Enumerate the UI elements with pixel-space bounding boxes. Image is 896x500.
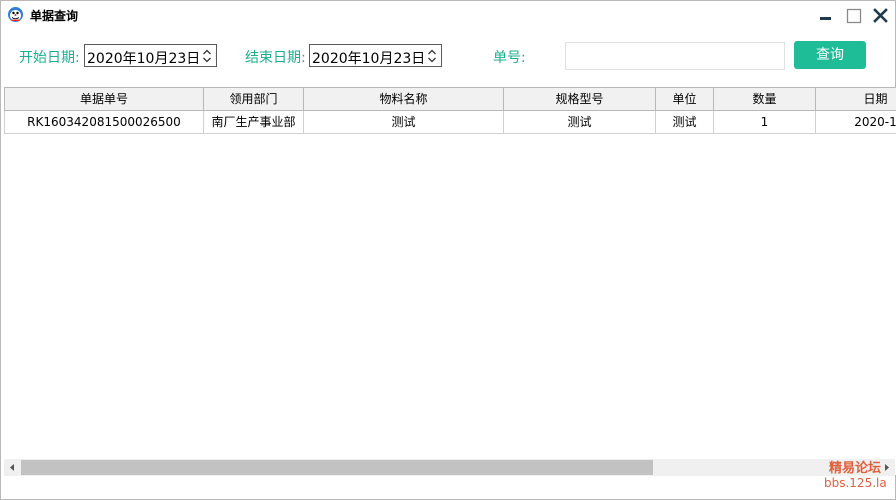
doc-number-input[interactable]: [565, 42, 785, 70]
start-date-picker[interactable]: 2020年10月23日: [84, 44, 217, 67]
cell-date[interactable]: 2020-1: [816, 111, 896, 134]
end-date-label: 结束日期:: [245, 50, 306, 66]
window-title: 单据查询: [30, 9, 79, 23]
watermark-url: bbs.125.la: [824, 476, 887, 490]
cell-unit[interactable]: 测试: [656, 111, 714, 134]
watermark: 精易论坛 bbs.125.la: [824, 461, 887, 491]
header-col-doc-number[interactable]: 单据单号: [4, 87, 204, 111]
end-date-value: 2020年10月23日: [312, 51, 426, 67]
grid-header: 单据单号 领用部门 物料名称 规格型号 单位 数量 日期: [4, 87, 896, 111]
query-button[interactable]: 查询: [794, 41, 866, 69]
table-row[interactable]: RK160342081500026500 南厂生产事业部 测试 测试 测试 1 2020-1: [4, 111, 896, 134]
header-col-quantity[interactable]: 数量: [714, 87, 816, 111]
doc-number-label: 单号:: [493, 50, 526, 66]
spin-updown-icon[interactable]: [200, 47, 214, 65]
main-window: 单据查询 开始日期: 2020年10月23日 结束日期: 2020年10月23日…: [0, 0, 896, 500]
header-col-unit[interactable]: 单位: [656, 87, 714, 111]
app-logo-icon: [7, 6, 24, 23]
triangle-left-icon: [10, 464, 14, 471]
start-date-value: 2020年10月23日: [87, 51, 201, 67]
cell-department[interactable]: 南厂生产事业部: [204, 111, 304, 134]
close-icon: [873, 8, 888, 23]
end-date-picker[interactable]: 2020年10月23日: [309, 44, 442, 67]
cell-doc-number[interactable]: RK160342081500026500: [4, 111, 204, 134]
maximize-icon: [846, 8, 862, 24]
watermark-title: 精易论坛: [828, 461, 881, 476]
title-bar[interactable]: 单据查询: [1, 1, 895, 31]
header-col-spec-model[interactable]: 规格型号: [504, 87, 656, 111]
start-date-label: 开始日期:: [19, 50, 80, 66]
minimize-button[interactable]: [814, 5, 838, 27]
cell-spec-model[interactable]: 测试: [504, 111, 656, 134]
cell-quantity[interactable]: 1: [714, 111, 816, 134]
scroll-thumb[interactable]: [21, 460, 653, 475]
cell-material-name[interactable]: 测试: [304, 111, 504, 134]
scroll-left-button[interactable]: [4, 459, 20, 476]
horizontal-scrollbar[interactable]: [4, 459, 895, 476]
spin-updown-icon[interactable]: [425, 47, 439, 65]
maximize-button[interactable]: [842, 5, 866, 27]
header-col-date[interactable]: 日期: [816, 87, 896, 111]
header-col-material-name[interactable]: 物料名称: [304, 87, 504, 111]
minimize-icon: [820, 17, 831, 20]
results-grid[interactable]: 单据单号 领用部门 物料名称 规格型号 单位 数量 日期 RK160342081500026…: [4, 87, 896, 475]
close-button[interactable]: [869, 5, 893, 27]
header-col-department[interactable]: 领用部门: [204, 87, 304, 111]
